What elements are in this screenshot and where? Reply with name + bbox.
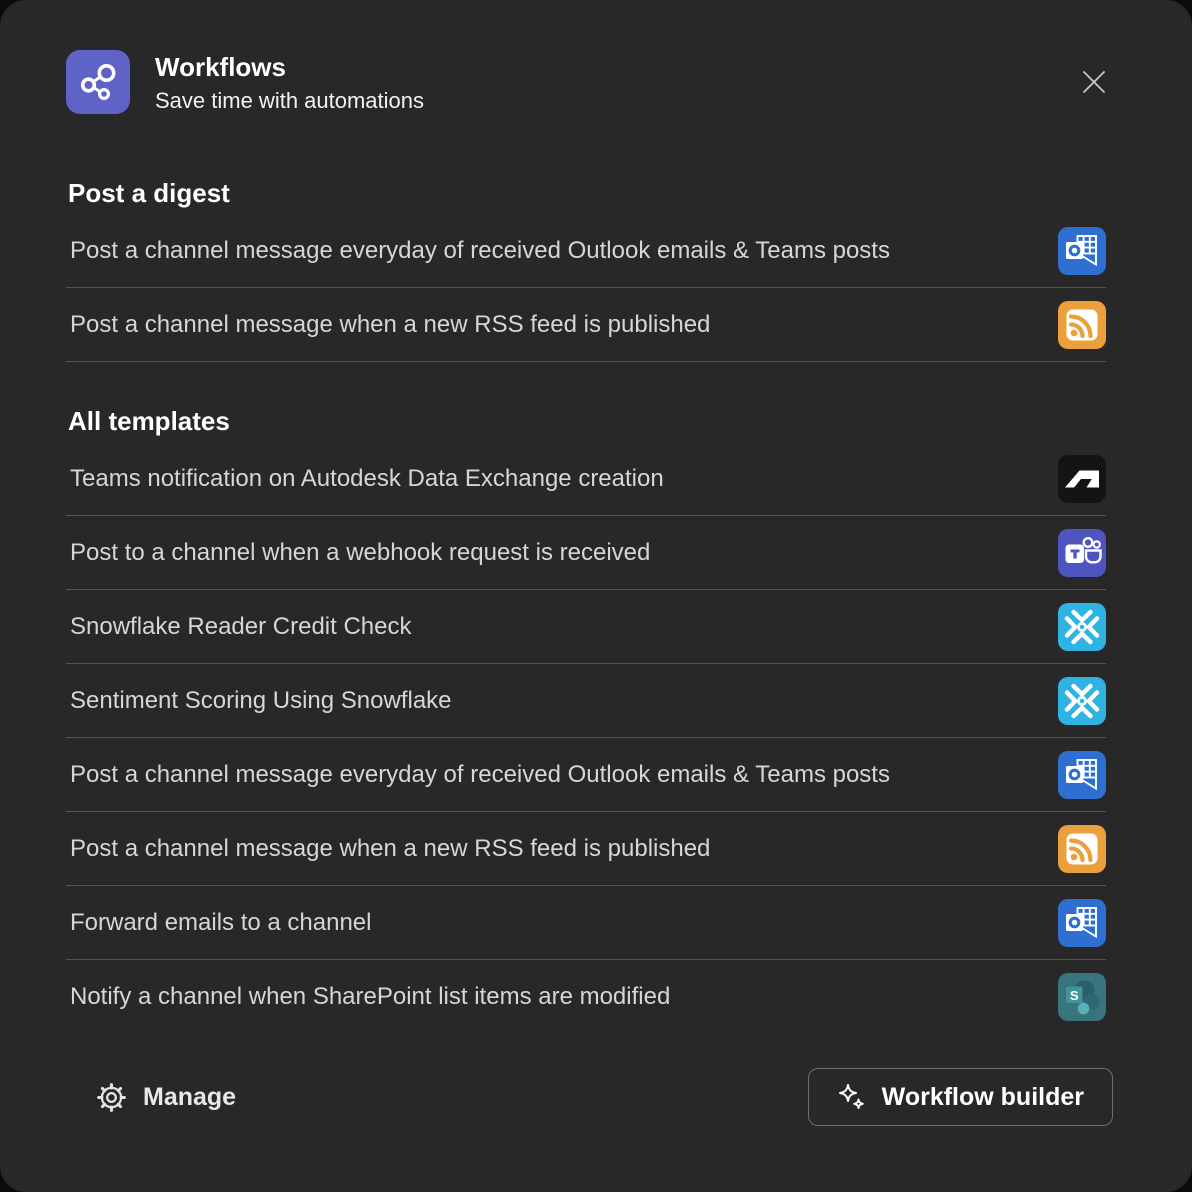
rss-icon xyxy=(1058,825,1106,873)
template-row[interactable]: Post a channel message when a new RSS fe… xyxy=(66,812,1106,886)
template-section: All templates Teams notification on Auto… xyxy=(66,404,1106,1034)
rss-icon xyxy=(1058,301,1106,349)
template-label: Post a channel message when a new RSS fe… xyxy=(66,311,710,339)
template-row[interactable]: Notify a channel when SharePoint list it… xyxy=(66,960,1106,1034)
dialog-subtitle: Save time with automations xyxy=(155,88,424,114)
dialog-footer: Manage Workflow builder xyxy=(0,1068,1192,1126)
template-row[interactable]: Snowflake Reader Credit Check xyxy=(66,590,1106,664)
snowflake-icon xyxy=(1058,603,1106,651)
manage-label: Manage xyxy=(143,1083,236,1112)
template-label: Notify a channel when SharePoint list it… xyxy=(66,983,670,1011)
snowflake-icon xyxy=(1058,677,1106,725)
manage-button[interactable]: Manage xyxy=(96,1082,236,1113)
template-label: Post a channel message everyday of recei… xyxy=(66,761,890,789)
dialog-header: Workflows Save time with automations xyxy=(0,0,1192,114)
outlook-icon xyxy=(1058,899,1106,947)
workflows-dialog: Workflows Save time with automations Pos… xyxy=(0,0,1192,1192)
workflow-builder-button[interactable]: Workflow builder xyxy=(808,1068,1113,1126)
workflow-builder-label: Workflow builder xyxy=(882,1083,1084,1112)
template-label: Post a channel message when a new RSS fe… xyxy=(66,835,710,863)
section-title: All templates xyxy=(68,404,1106,438)
template-section: Post a digest Post a channel message eve… xyxy=(66,176,1106,362)
sections: Post a digest Post a channel message eve… xyxy=(0,114,1192,1034)
outlook-icon xyxy=(1058,227,1106,275)
section-list: Post a channel message everyday of recei… xyxy=(66,214,1106,362)
template-row[interactable]: Post a channel message everyday of recei… xyxy=(66,738,1106,812)
template-label: Teams notification on Autodesk Data Exch… xyxy=(66,465,664,493)
section-list: Teams notification on Autodesk Data Exch… xyxy=(66,442,1106,1034)
section-title: Post a digest xyxy=(68,176,1106,210)
template-row[interactable]: Post a channel message everyday of recei… xyxy=(66,214,1106,288)
template-row[interactable]: Teams notification on Autodesk Data Exch… xyxy=(66,442,1106,516)
close-button[interactable] xyxy=(1074,62,1114,102)
teams-icon xyxy=(1058,529,1106,577)
template-row[interactable]: Sentiment Scoring Using Snowflake xyxy=(66,664,1106,738)
close-icon xyxy=(1079,67,1109,97)
template-row[interactable]: Forward emails to a channel xyxy=(66,886,1106,960)
template-label: Post a channel message everyday of recei… xyxy=(66,237,890,265)
outlook-icon xyxy=(1058,751,1106,799)
workflows-app-icon xyxy=(66,50,130,114)
dialog-title: Workflows xyxy=(155,52,424,82)
autodesk-icon xyxy=(1058,455,1106,503)
svg-text:S: S xyxy=(1070,988,1079,1003)
gear-icon xyxy=(96,1082,127,1113)
template-label: Sentiment Scoring Using Snowflake xyxy=(66,687,452,715)
template-label: Snowflake Reader Credit Check xyxy=(66,613,412,641)
template-row[interactable]: Post to a channel when a webhook request… xyxy=(66,516,1106,590)
template-label: Post to a channel when a webhook request… xyxy=(66,539,650,567)
template-label: Forward emails to a channel xyxy=(66,909,371,937)
sparkle-icon xyxy=(837,1082,867,1112)
template-row[interactable]: Post a channel message when a new RSS fe… xyxy=(66,288,1106,362)
sharepoint-icon: S xyxy=(1058,973,1106,1021)
header-text: Workflows Save time with automations xyxy=(155,50,424,114)
